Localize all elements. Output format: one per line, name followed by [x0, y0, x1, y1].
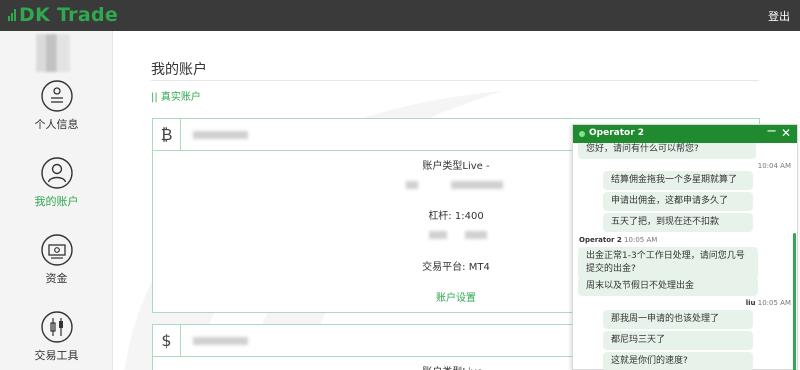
message-sender-time: liu 10:05 AM — [746, 299, 791, 307]
profile-icon — [40, 80, 73, 112]
chat-message-user: 申请出佣金，这都申请多久了 — [603, 192, 753, 211]
logout-link[interactable]: 登出 — [768, 8, 790, 24]
sidebar-item-label: 我的账户 — [34, 195, 79, 208]
online-status-icon — [579, 131, 585, 137]
sidebar-item-label: 交易工具 — [34, 349, 79, 362]
operator-name: Operator 2 — [589, 128, 645, 138]
chat-header: Operator 2 − ✕ — [573, 124, 797, 143]
real-account-tab[interactable]: || 真实账户 — [151, 88, 201, 103]
message-timestamp: 10:05 AM — [757, 299, 791, 307]
chat-message-user: 结算佣金拖我一个多星期就算了 — [603, 171, 753, 190]
account-number-redacted — [193, 337, 248, 345]
chat-message-user: 都尼玛三天了 — [603, 331, 753, 350]
sidebar-item-label: 资金 — [45, 272, 68, 285]
logo-bars-icon — [8, 9, 16, 21]
sidebar-item-label: 个人信息 — [34, 118, 79, 131]
user-icon — [40, 157, 73, 189]
chat-message-user: 那我周一申请的也该处理了 — [603, 310, 753, 329]
avatar — [36, 34, 70, 72]
sidebar-item-profile[interactable]: 个人信息 — [0, 79, 113, 132]
live-chat-window[interactable]: Operator 2 − ✕ 您好，请问有什么可以帮您? 10:04 AM 结算… — [572, 124, 798, 370]
page-title: 我的账户 — [151, 62, 207, 78]
message-sender-time: Operator 2 10:05 AM — [579, 236, 657, 244]
chat-messages[interactable]: 您好，请问有什么可以帮您? 10:04 AM 结算佣金拖我一个多星期就算了 申请… — [573, 143, 797, 370]
money-icon — [40, 234, 73, 266]
top-bar: DK Trade 登出 — [0, 0, 800, 31]
logo-text: DK Trade — [19, 4, 119, 26]
minimize-icon[interactable]: − — [766, 124, 777, 139]
message-timestamp: 10:04 AM — [757, 162, 791, 170]
currency-icon: $ — [153, 325, 181, 356]
message-sender: liu — [745, 299, 756, 307]
sidebar: 个人信息 我的账户 资金 交易工具 — [0, 31, 113, 370]
sidebar-item-my-account[interactable]: 我的账户 — [0, 156, 113, 209]
message-sender: Operator 2 — [579, 236, 622, 244]
app-logo[interactable]: DK Trade — [8, 4, 118, 26]
message-timestamp: 10:05 AM — [624, 236, 658, 244]
chat-scrollbar[interactable] — [793, 233, 796, 370]
currency-icon: ₿ — [153, 119, 181, 150]
close-icon[interactable]: ✕ — [781, 126, 791, 140]
divider — [151, 80, 759, 81]
tools-icon — [40, 311, 73, 343]
chat-message-user: 五天了把，到现在还不扣款 — [603, 213, 753, 232]
chat-message-operator: 出金正常1-3个工作日处理，请问您几号提交的出金? — [578, 247, 758, 279]
chat-message-user: 这就是你们的速度? — [603, 352, 753, 370]
sidebar-item-funds[interactable]: 资金 — [0, 233, 113, 286]
sidebar-item-trading-tools[interactable]: 交易工具 — [0, 310, 113, 363]
chat-message-operator: 周末以及节假日不处理出金 — [578, 277, 758, 296]
account-number-redacted — [193, 131, 248, 139]
chat-message-operator: 您好，请问有什么可以帮您? — [578, 143, 756, 159]
